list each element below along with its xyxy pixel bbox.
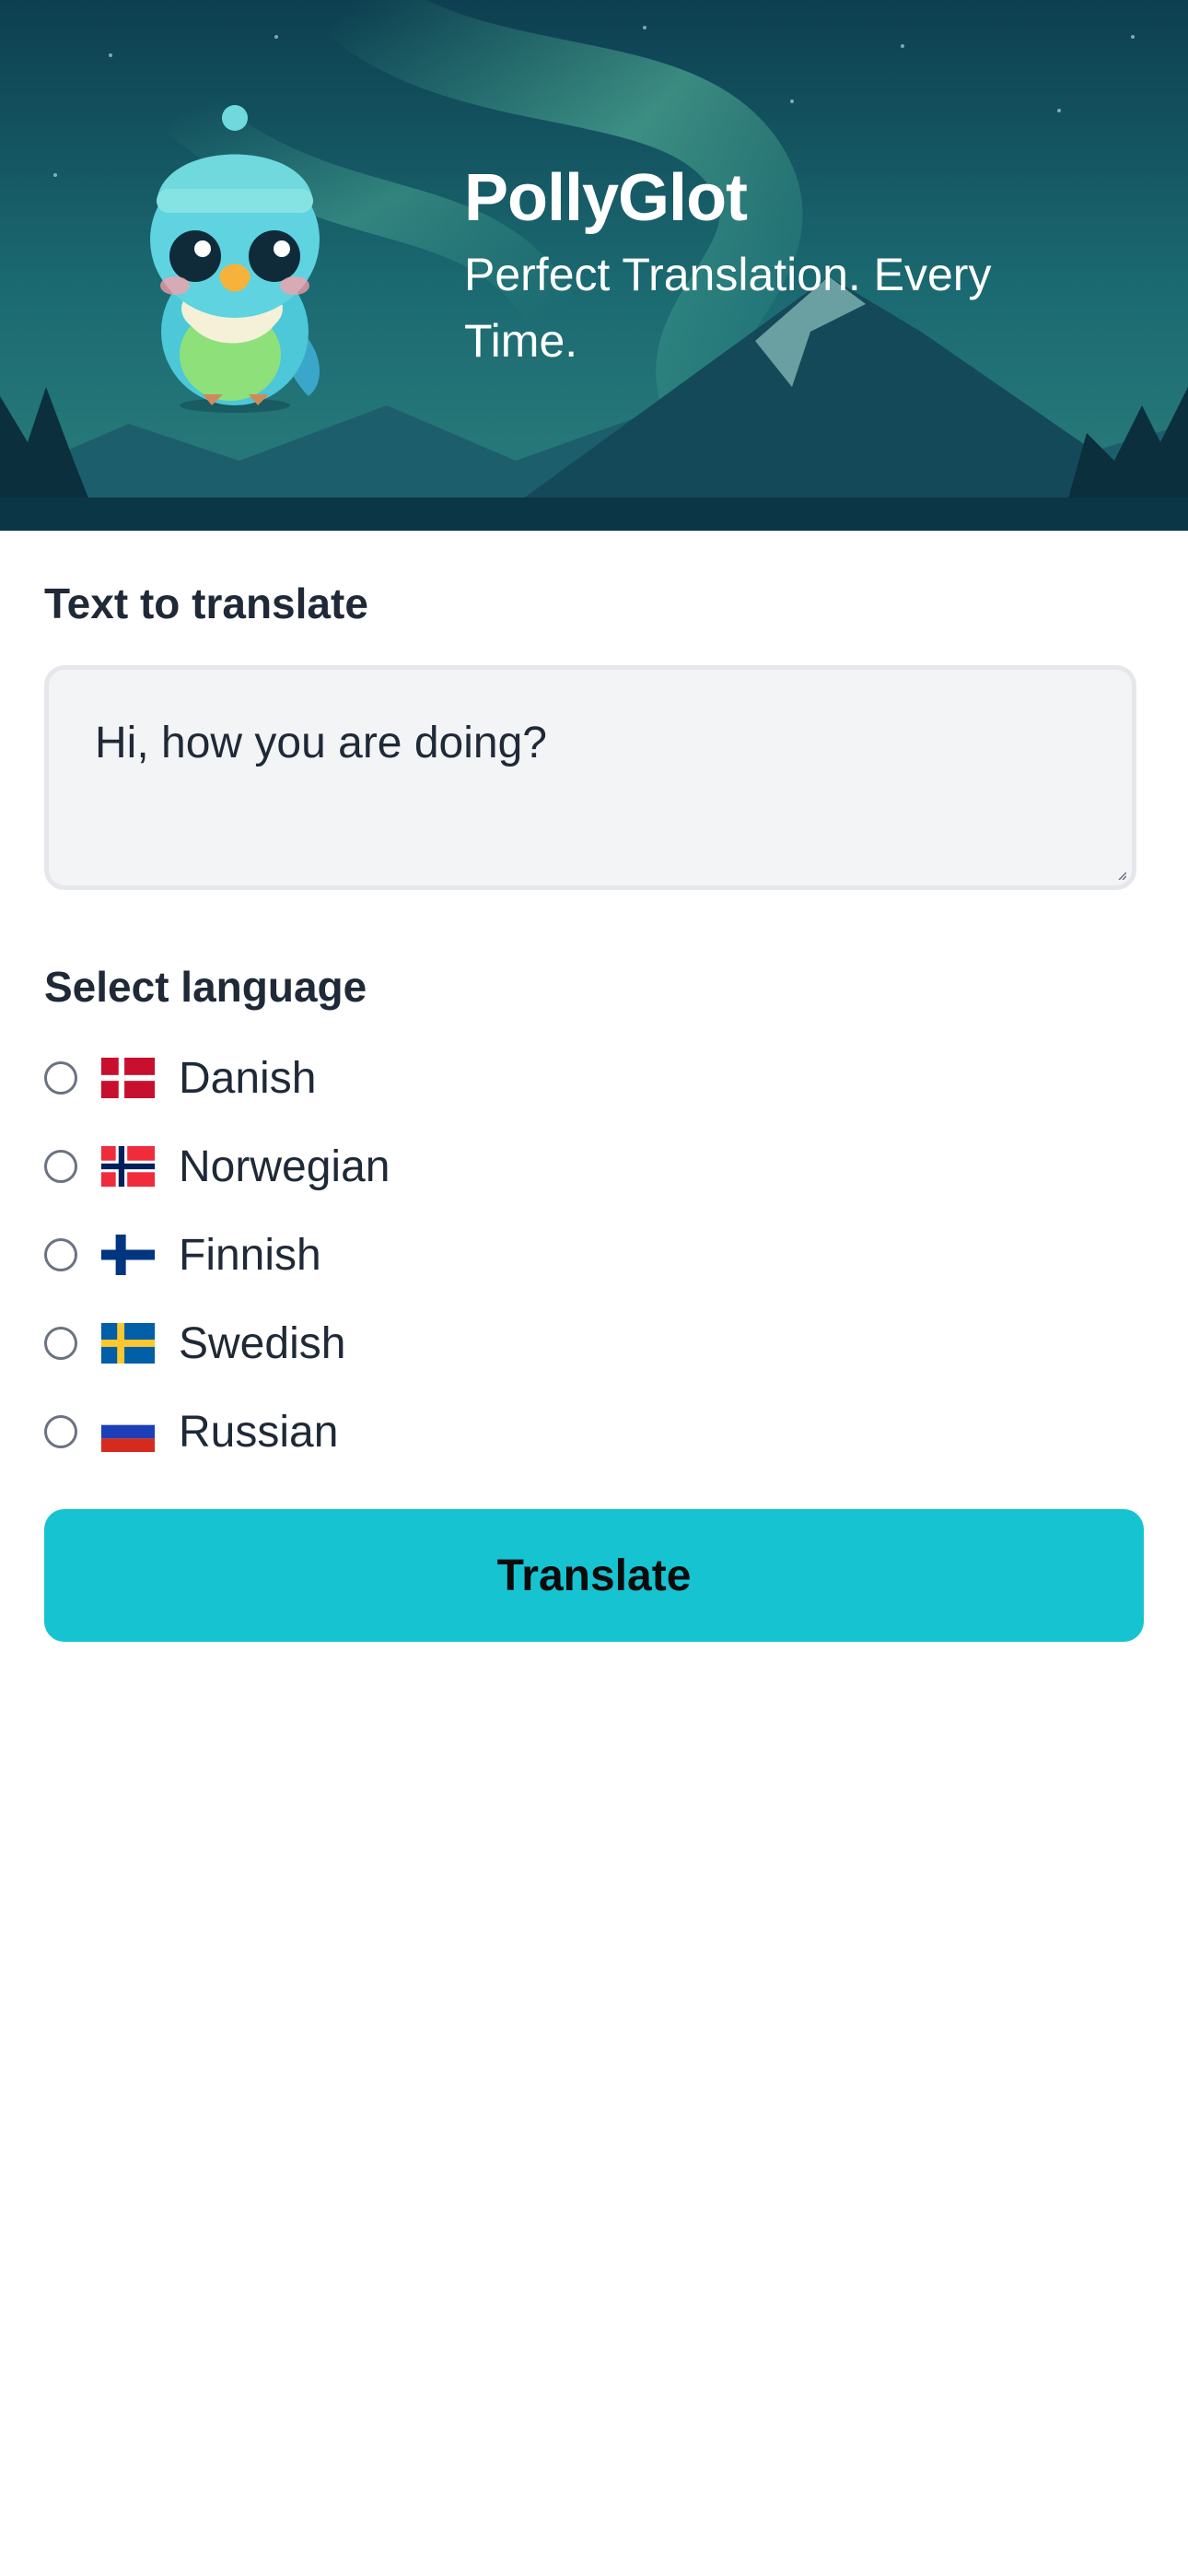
radio-button[interactable] — [44, 1150, 77, 1183]
flag-finland-icon — [100, 1235, 156, 1275]
app-tagline: Perfect Translation. Every Time. — [464, 249, 992, 367]
language-label: Finnish — [179, 1230, 321, 1280]
radio-button[interactable] — [44, 1415, 77, 1448]
parrot-mascot-logo — [150, 105, 320, 413]
language-label: Swedish — [179, 1318, 346, 1368]
input-value: Hi, how you are doing? — [95, 719, 547, 767]
flag-norway-icon — [100, 1146, 156, 1187]
flag-sweden-icon — [100, 1323, 156, 1364]
brand: PollyGlot Perfect Translation. Every Tim… — [464, 157, 1054, 374]
translate-button[interactable]: Translate — [44, 1509, 1144, 1642]
app-header: PollyGlot Perfect Translation. Every Tim… — [0, 0, 1188, 531]
language-options: Danish Norwegian Finnish Swedish Russian — [44, 1034, 390, 1476]
language-option-finnish[interactable]: Finnish — [44, 1211, 390, 1299]
language-option-swedish[interactable]: Swedish — [44, 1299, 390, 1388]
language-option-danish[interactable]: Danish — [44, 1034, 390, 1122]
radio-button[interactable] — [44, 1327, 77, 1360]
language-option-russian[interactable]: Russian — [44, 1388, 390, 1476]
select-language-label: Select language — [44, 963, 367, 1011]
language-label: Russian — [179, 1407, 339, 1457]
text-to-translate-input[interactable]: Hi, how you are doing? — [44, 665, 1136, 890]
language-label: Danish — [179, 1053, 317, 1103]
app-title: PollyGlot — [464, 161, 748, 235]
radio-button[interactable] — [44, 1061, 77, 1095]
radio-button[interactable] — [44, 1238, 77, 1271]
resize-handle-icon[interactable] — [1117, 871, 1126, 880]
text-to-translate-label: Text to translate — [44, 580, 368, 627]
flag-russia-icon — [100, 1411, 156, 1452]
flag-denmark-icon — [100, 1058, 156, 1098]
language-option-norwegian[interactable]: Norwegian — [44, 1122, 390, 1211]
language-label: Norwegian — [179, 1142, 390, 1191]
